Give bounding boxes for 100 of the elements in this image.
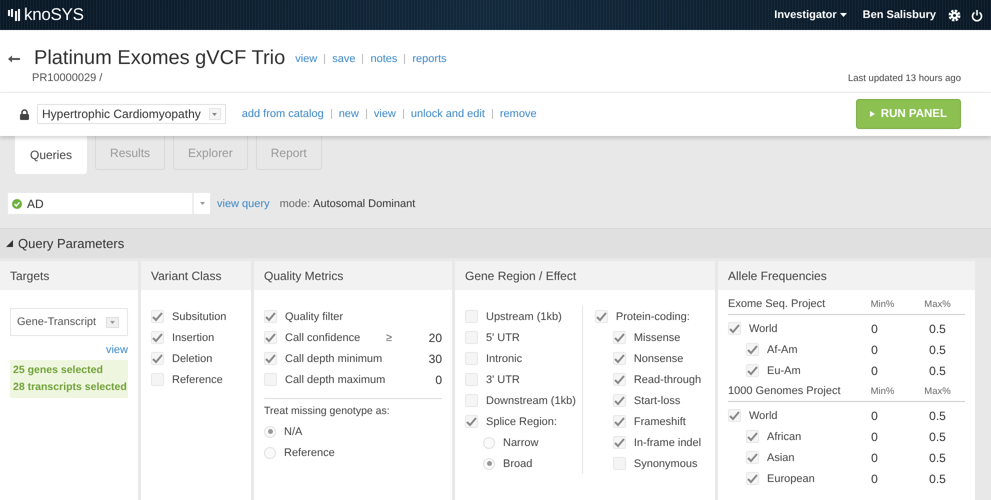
checkbox[interactable] [746,451,759,464]
panel-link[interactable]: remove [492,109,537,119]
checkbox[interactable] [594,310,608,323]
radio-button[interactable] [264,446,276,458]
panel-link[interactable]: new [330,109,359,119]
option-label: Narrow [503,436,538,448]
checkbox[interactable] [612,373,626,386]
option-label: 3' UTR [486,374,520,386]
option-label: Broad [503,458,532,470]
project-link[interactable]: view [295,52,318,64]
min-value[interactable]: 0 [847,430,902,444]
column-header: Gene Region / Effect [455,261,715,290]
checkbox[interactable] [264,331,277,344]
option-label: Deletion [172,352,212,364]
play-icon [870,111,875,117]
population-label: Eu-Am [767,364,802,376]
max-value[interactable]: 0.5 [910,342,965,356]
column-header: Targets [0,261,138,290]
option-label: Call depth minimum [285,352,382,364]
power-icon[interactable] [971,8,983,22]
max-value[interactable]: 0.5 [910,450,965,464]
option-label: Upstream (1kb) [486,310,562,322]
view-link[interactable]: view [106,344,128,356]
checkbox[interactable] [612,436,626,449]
project-link[interactable]: notes [362,54,398,64]
caret-icon [110,320,116,324]
checkbox[interactable] [465,415,478,428]
max-value[interactable]: 0.5 [910,364,965,378]
collapse-triangle-icon[interactable] [6,240,13,247]
option-label: Protein-coding: [616,310,690,322]
checkbox[interactable] [746,430,759,443]
checkbox[interactable] [264,352,277,365]
value-field[interactable]: 0 [418,372,442,386]
option-label: Downstream (1kb) [486,394,576,406]
checkbox[interactable] [151,352,164,365]
option-label: In-frame indel [634,436,702,448]
radio-button[interactable] [264,426,276,438]
panel-link[interactable]: unlock and edit [402,109,485,119]
value-field[interactable]: 30 [416,352,442,366]
min-value[interactable]: 0 [847,342,902,356]
group-title: Exome Seq. Project [728,298,826,310]
caret-icon [200,202,204,205]
option-label: Missense [634,332,680,344]
option-label: Reference [172,374,223,386]
target-select[interactable]: Gene-Transcript [10,308,128,336]
option-label: Reference [284,446,335,458]
option-label: Call confidence [285,332,362,344]
column-header: Quality Metrics [254,261,452,290]
option-label: Read-through [634,374,702,386]
panel-link[interactable]: add from catalog [242,108,324,120]
role-menu[interactable]: Investigator [774,9,847,21]
column-label: Min% [870,386,896,396]
checkbox[interactable] [151,310,164,323]
option-label: Nonsense [634,352,684,364]
checkbox[interactable] [612,415,626,428]
max-value[interactable]: 0.5 [910,472,965,486]
radio-button[interactable] [483,458,495,470]
option-label: N/A [284,426,302,438]
logo-text: knoSYS [24,5,84,25]
checkbox[interactable] [728,409,741,422]
panel-link[interactable]: view [366,109,396,119]
checkbox[interactable] [612,352,626,365]
option-label: Start-loss [634,394,680,406]
panel-select[interactable]: Hypertrophic Cardiomyopathy [37,104,226,124]
max-value[interactable]: 0.5 [910,408,965,422]
section-title[interactable]: Query Parameters [18,236,124,251]
option-label: Synonymous [634,458,698,470]
operator-label: ≥ [386,332,394,344]
checkbox[interactable] [746,472,759,485]
checkbox[interactable] [264,310,277,323]
value-field[interactable]: 20 [414,330,442,344]
min-value[interactable]: 0 [847,364,902,378]
option-label: Frameshift [634,416,686,428]
checkbox[interactable] [728,322,741,335]
radio-button[interactable] [483,436,495,448]
column-header: Variant Class [141,261,251,290]
option-label: Quality filter [285,310,344,322]
column-label: Max% [923,386,952,396]
tab[interactable]: Queries [15,136,88,174]
checkbox[interactable] [151,331,164,344]
checkbox[interactable] [612,394,626,407]
checkbox[interactable] [746,343,759,356]
checkbox[interactable] [612,331,626,344]
min-value[interactable]: 0 [847,408,902,422]
project-link[interactable]: save [324,54,356,64]
back-arrow-icon[interactable] [8,54,20,62]
max-value[interactable]: 0.5 [910,322,965,336]
min-value[interactable]: 0 [847,472,902,486]
column-label: Min% [870,298,896,310]
query-select[interactable]: AD [8,193,210,214]
checkbox[interactable] [746,364,759,377]
min-value[interactable]: 0 [847,450,902,464]
min-value[interactable]: 0 [847,322,902,336]
settings-icon[interactable] [948,8,961,22]
population-label: World [749,410,779,422]
max-value[interactable]: 0.5 [910,430,965,444]
user-name[interactable]: Ben Salisbury [862,9,936,21]
option-label: Subsitution [172,310,226,322]
project-link[interactable]: reports [404,54,447,64]
mode-value: Autosomal Dominant [313,198,416,210]
